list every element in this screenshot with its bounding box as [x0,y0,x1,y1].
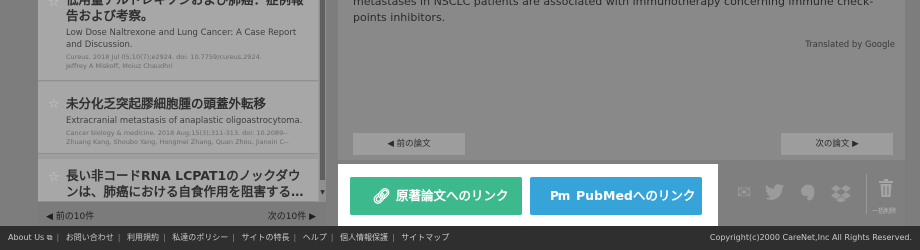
bulk-delete-label: 一括削除 [872,208,897,215]
next-paper-button[interactable]: 次の論文 ▶ [781,133,893,155]
footer-separator: | [232,233,235,242]
paper-authors: Jeffrey A Miskoff, Moiuz Chaudhri [66,61,173,70]
list-item[interactable]: ☆ 長い非コードRNA LCPAT1のノックダウンは、肺癌における自食作用を阻害… [38,159,318,202]
paper-title-en: Extracranial metastasis of anaplastic ol… [66,116,303,126]
site-footer: About Us ⧉ | お問い合わせ | 利用規約 | 私達のポリシー | サイトの特… [0,226,920,250]
translated-by-label: Translated by Google [805,40,895,50]
footer-separator: | [391,233,395,242]
star-icon[interactable]: ☆ [48,0,60,9]
share-divider [866,174,867,214]
footer-link-help[interactable]: ヘルプ [303,233,327,242]
prev-10-link[interactable]: ◀ 前の10件 [46,209,94,222]
abstract-text: metastases in NSCLC patients are associa… [353,0,874,24]
footer-separator: | [162,233,166,242]
footer-link-features[interactable]: サイトの特長 [241,233,289,242]
dropbox-icon[interactable] [831,184,851,203]
paper-title-jp[interactable]: 未分化乏突起膠細胞腫の頭蓋外転移 [66,96,310,112]
footer-link-terms[interactable]: 利用規約 [127,233,159,242]
pubmed-link-label: PubMedへのリンク [576,188,696,203]
copyright-text: Copyright(c)2000 CareNet,Inc All Rights … [709,233,912,242]
footer-link-privacy[interactable]: 個人情報保護 [340,233,388,242]
footer-separator: | [330,233,334,242]
list-scrollbar[interactable]: ▼ [319,0,326,202]
paper-list: ☆ 低用量ナルトレキソンおよび肺癌：症例報告および考察。 Low Dose Na… [38,0,326,226]
paper-authors: Zhuang Kang, Shoubo Yang, Hongmei Zhang,… [66,137,289,146]
paper-citation: Cureus. 2018 Jul 05;10(7);e2924. doi: 10… [66,53,262,61]
pubmed-link-button[interactable]: Pm PubMedへのリンク [530,177,702,215]
star-icon[interactable]: ☆ [48,98,60,111]
original-paper-link-label: 原著論文へのリンク [396,188,509,203]
list-item[interactable]: ☆ 低用量ナルトレキソンおよび肺癌：症例報告および考察。 Low Dose Na… [38,0,318,81]
footer-separator: | [56,233,60,242]
footer-link-about[interactable]: About Us ⧉ [8,233,52,242]
footer-link-contact[interactable]: お問い合わせ [66,233,114,242]
next-10-link[interactable]: 次の10件 ▶ [268,209,316,222]
evernote-icon[interactable] [798,184,818,202]
scroll-down-arrow-icon[interactable]: ▼ [319,189,326,196]
scrollbar-thumb[interactable] [320,0,325,180]
footer-separator: | [293,233,297,242]
list-pager: ◀ 前の10件 次の10件 ▶ [38,202,326,226]
original-paper-link-button[interactable]: 🔗︎ 原著論文へのリンク [350,177,522,215]
pubmed-icon: Pm [550,189,570,203]
paper-title-jp[interactable]: 低用量ナルトレキソンおよび肺癌：症例報告および考察。 [66,0,310,24]
link-action-bar: 🔗︎ 原著論文へのリンク Pm PubMedへのリンク [338,164,718,226]
list-item[interactable]: ☆ 未分化乏突起膠細胞腫の頭蓋外転移 Extracranial metastas… [38,82,318,154]
footer-link-policy[interactable]: 私達のポリシー [172,233,228,242]
trash-icon[interactable] [876,179,896,197]
paper-title-en: Low Dose Naltrexone and Lung Cancer: A C… [66,28,297,50]
chain-link-icon: 🔗︎ [372,187,392,205]
paper-title-jp[interactable]: 長い非コードRNA LCPAT1のノックダウンは、肺癌における自食作用を阻害する… [66,168,310,200]
prev-paper-button[interactable]: ◀ 前の論文 [353,133,465,155]
paper-citation: Cancer biology & medicine. 2018 Aug;15(3… [66,129,288,137]
footer-links: About Us ⧉ | お問い合わせ | 利用規約 | 私達のポリシー | サイトの特… [8,226,449,250]
twitter-icon[interactable] [765,184,785,202]
footer-link-sitemap[interactable]: サイトマップ [401,233,449,242]
mail-icon[interactable]: ✉ [734,184,754,202]
footer-separator: | [117,233,121,242]
star-icon[interactable]: ☆ [48,171,60,184]
share-bar: ✉ 一括削除 [718,164,905,226]
